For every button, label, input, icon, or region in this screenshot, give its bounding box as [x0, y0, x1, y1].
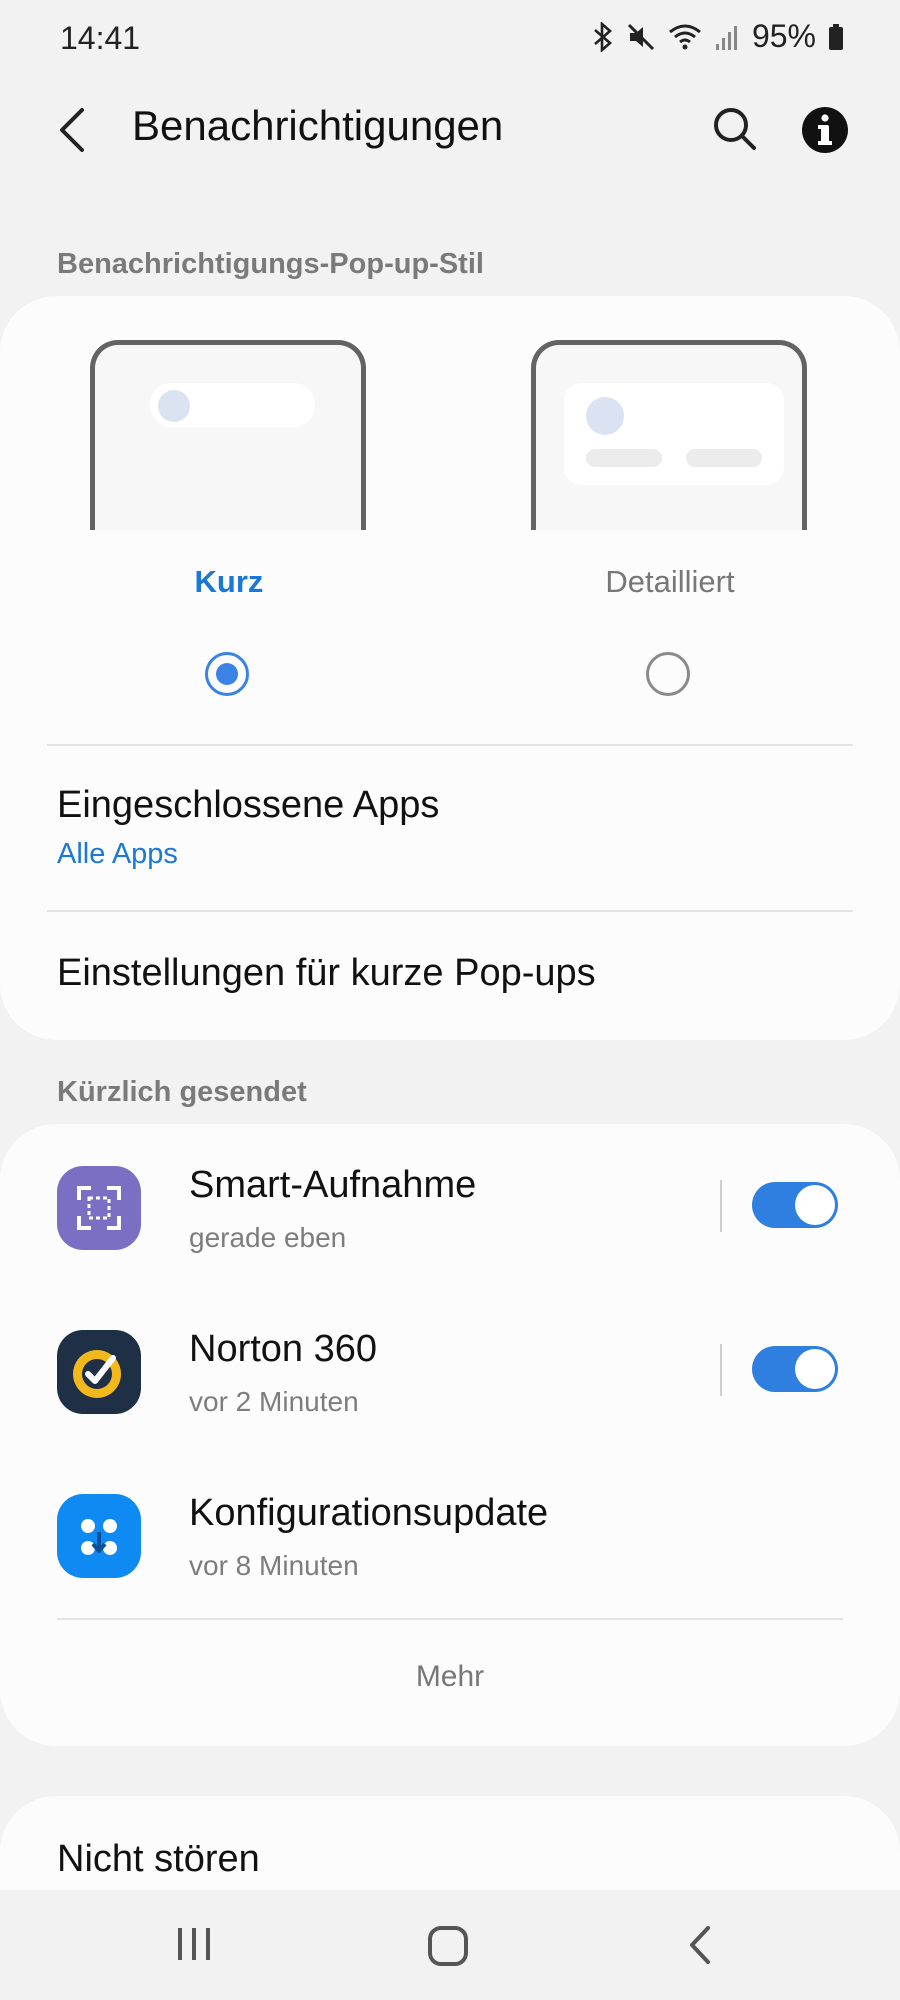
brief-popup-settings-title: Einstellungen für kurze Pop-ups — [57, 952, 596, 994]
brief-notification-preview — [150, 383, 315, 427]
app-time: vor 2 Minuten — [189, 1386, 359, 1417]
included-apps-value: Alle Apps — [57, 838, 178, 870]
recent-apps-card: Smart-Aufnahme gerade eben Norton 360 vo… — [0, 1124, 900, 1746]
app-name: Norton 360 — [189, 1328, 378, 1370]
page-title: Benachrichtigungen — [132, 102, 504, 149]
radio-detailed[interactable] — [646, 652, 690, 696]
divider — [57, 1618, 843, 1620]
smart-capture-icon — [57, 1166, 141, 1250]
back-nav-icon[interactable] — [684, 1922, 716, 1973]
signal-icon — [714, 22, 740, 52]
status-time: 14:41 — [60, 20, 141, 56]
detailed-notification-preview — [564, 383, 784, 485]
included-apps-title: Eingeschlossene Apps — [57, 784, 440, 826]
battery-icon — [828, 22, 844, 52]
popup-style-card: Kurz Detailliert Eingeschlossene Apps Al… — [0, 296, 900, 1040]
battery-percent: 95% — [751, 18, 816, 54]
home-icon[interactable] — [426, 1924, 470, 1973]
back-arrow-icon[interactable] — [52, 104, 92, 156]
status-icons: 95% — [592, 18, 844, 55]
app-name: Smart-Aufnahme — [189, 1164, 477, 1206]
recent-apps-icon[interactable] — [172, 1924, 216, 1969]
more-button[interactable]: Mehr — [0, 1660, 900, 1694]
mute-icon — [626, 22, 656, 52]
style-label-detailed: Detailliert — [605, 564, 735, 599]
radio-brief[interactable] — [205, 652, 249, 696]
separator — [720, 1344, 722, 1396]
status-bar: 14:41 95% — [0, 0, 900, 80]
detailed-preview — [531, 340, 807, 530]
app-time: vor 8 Minuten — [189, 1550, 359, 1581]
system-nav-bar — [0, 1890, 900, 2000]
section-label-popup-style: Benachrichtigungs-Pop-up-Stil — [57, 248, 484, 280]
toggle-norton[interactable] — [752, 1346, 838, 1392]
wifi-icon — [668, 22, 702, 52]
bluetooth-icon — [592, 21, 614, 52]
preview-bar — [686, 449, 762, 467]
preview-dot — [586, 397, 624, 435]
config-update-icon — [57, 1494, 141, 1578]
app-name: Konfigurationsupdate — [189, 1492, 549, 1534]
info-icon[interactable] — [800, 105, 850, 160]
toggle-smart-capture[interactable] — [752, 1182, 838, 1228]
app-header: Benachrichtigungen — [0, 90, 900, 170]
brief-preview — [90, 340, 366, 530]
style-label-brief: Kurz — [194, 564, 264, 599]
preview-dot — [158, 390, 190, 422]
divider — [47, 744, 853, 746]
preview-bar — [586, 449, 662, 467]
norton-icon — [57, 1330, 141, 1414]
divider — [47, 910, 853, 912]
separator — [720, 1180, 722, 1232]
section-label-recent: Kürzlich gesendet — [57, 1076, 307, 1108]
app-time: gerade eben — [189, 1222, 347, 1253]
search-icon[interactable] — [710, 104, 760, 154]
dnd-title: Nicht stören — [57, 1838, 260, 1880]
